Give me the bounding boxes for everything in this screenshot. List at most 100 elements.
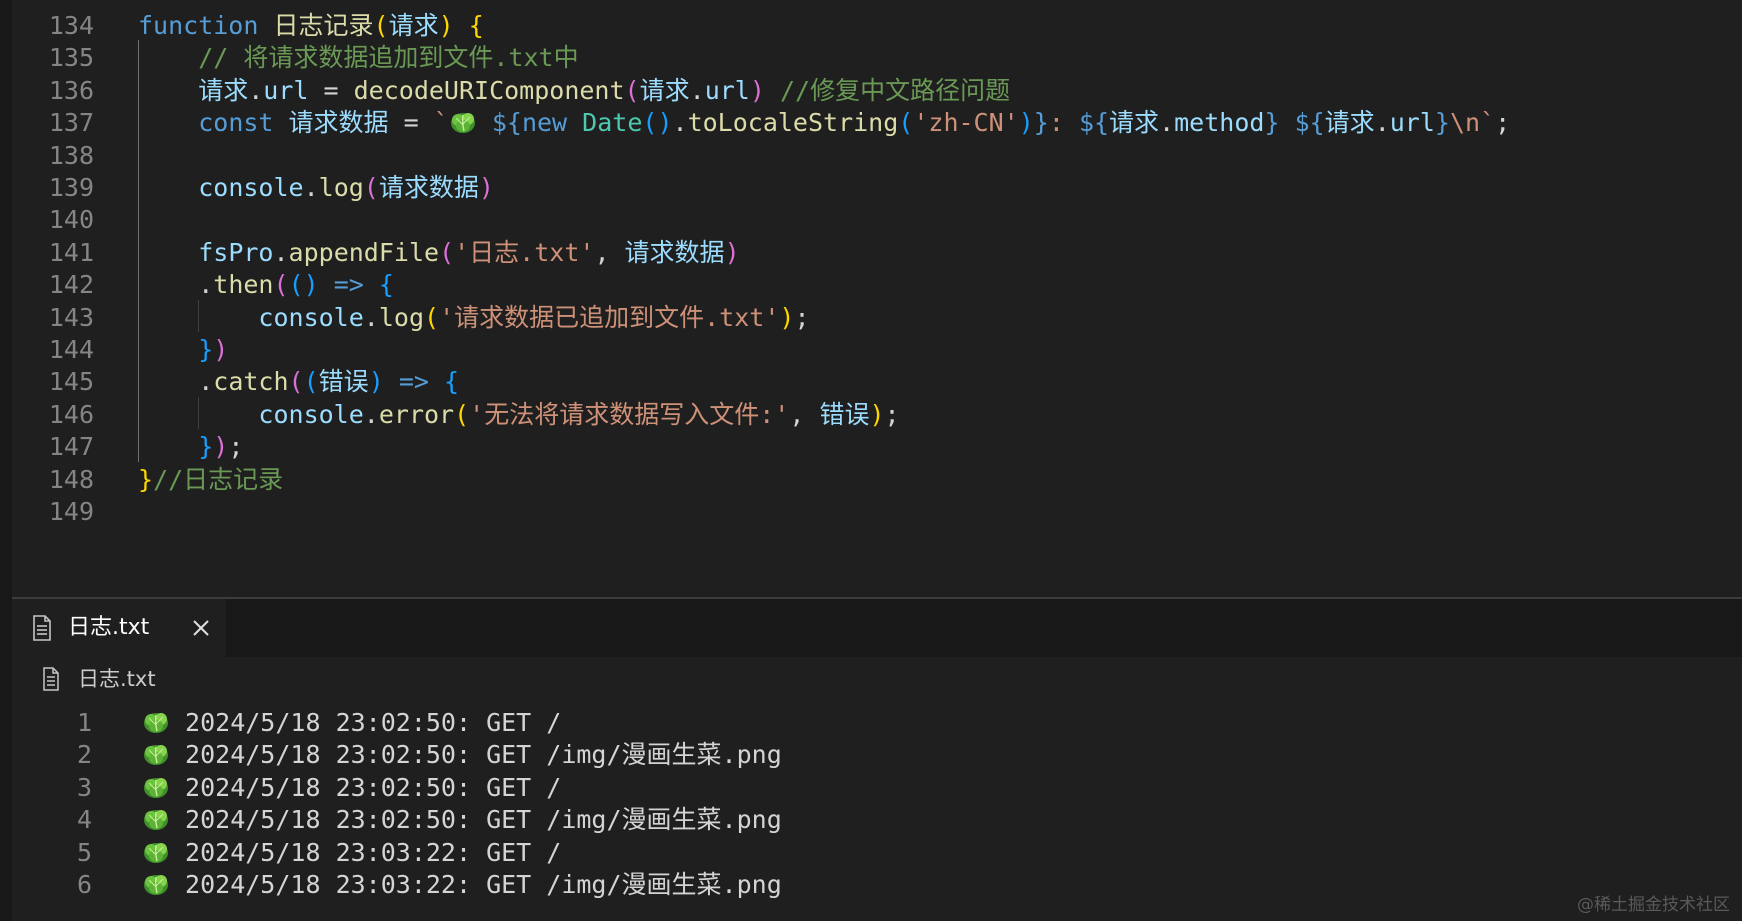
code-line[interactable]: 136 请求.url = decodeURIComponent(请求.url) … [12,73,1742,109]
code-token: = [308,75,354,105]
line-number: 145 [48,367,94,397]
code-line[interactable]: 139 console.log(请求数据) [12,170,1742,206]
code-token: ${ [1294,108,1325,138]
code-line[interactable]: 140 [12,202,1742,238]
code-token: decodeURIComponent [353,75,625,105]
code-token: 请求数据 [378,173,479,202]
log-entry: 2024/5/18 23:02:50: GET /img/漫画生菜.png [170,740,782,770]
code-token: } [1033,108,1049,138]
log-entry: 2024/5/18 23:02:50: GET / [170,708,562,737]
code-token: 错误 [318,367,369,397]
log-line[interactable]: 3 2024/5/18 23:02:50: GET / [12,770,1742,806]
code-token: toLocaleString [687,108,899,138]
code-text: const 请求数据 = ` ${new Date().toLocaleStri… [138,105,1510,141]
line-number: 143 [48,302,94,332]
code-token: 请求 [198,75,249,105]
code-editor[interactable]: 134 function 日志记录(请求) {135 // 将请求数据追加到文件.… [12,0,1742,597]
code-line[interactable]: 137 const 请求数据 = ` ${new Date().toLocale… [12,105,1742,141]
log-entry: 2024/5/18 23:02:50: GET / [170,772,562,802]
indent-guide [138,40,139,462]
log-line[interactable]: 5 2024/5/18 23:03:22: GET / [12,835,1742,871]
code-token: ` [433,108,449,138]
code-line[interactable]: 138 [12,138,1742,174]
tab-label: 日志.txt [68,615,150,640]
log-cabbage-icon [142,839,170,865]
code-text: .then(() => { [138,267,394,303]
code-token: ) [749,75,765,105]
log-line[interactable]: 2 2024/5/18 23:02:50: GET /img/漫画生菜.png [12,737,1742,773]
code-token: ) [213,432,229,462]
file-lines-icon [43,667,59,691]
code-token: ; [794,302,810,332]
code-token: '日志.txt' [454,237,595,267]
line-number: 144 [48,335,94,364]
code-token: } [1264,108,1280,138]
line-number: 6 [76,870,92,899]
code-token: '请求数据已追加到文件.txt' [439,302,780,332]
line-number: 136 [48,75,94,105]
code-token: { [378,270,394,300]
log-file-editor[interactable]: 1 2024/5/18 23:02:50: GET /2 2024/5/18 2… [12,701,1742,921]
code-text: fsPro.appendFile('日志.txt', 请求数据) [138,235,739,271]
code-token: // 将请求数据追加到文件.txt中 [198,43,579,73]
log-line[interactable]: 6 2024/5/18 23:03:22: GET /img/漫画生菜.png [12,867,1742,903]
code-line[interactable]: 145 .catch((错误) => { [12,364,1742,400]
left-activity-strip [0,0,12,921]
close-icon[interactable] [188,615,214,641]
log-line[interactable]: 4 2024/5/18 23:02:50: GET /img/漫画生菜.png [12,802,1742,838]
log-line[interactable]: 1 2024/5/18 23:02:50: GET / [12,705,1742,741]
code-token: . [363,302,379,332]
code-token: . [689,75,705,105]
breadcrumb: 日志.txt [12,657,1742,701]
code-line[interactable]: 146 console.error('无法将请求数据写入文件:', 错误); [12,397,1742,433]
code-line[interactable]: 143 console.log('请求数据已追加到文件.txt'); [12,300,1742,336]
code-text: console.log(请求数据) [138,170,494,206]
code-line[interactable]: 142 .then(() => { [12,267,1742,303]
code-token: ; [884,399,900,429]
code-token: \n` [1449,108,1496,138]
code-line[interactable]: 149 [12,494,1742,530]
code-token: ${ [491,108,522,138]
code-token: then [213,270,274,300]
line-number: 140 [48,205,94,235]
code-token: catch [213,367,289,397]
code-line[interactable]: 144 }) [12,332,1742,368]
code-token: () [642,108,673,138]
code-token: ( [624,75,640,105]
line-number: 1 [76,708,92,737]
log-text: 2024/5/18 23:02:50: GET /img/漫画生菜.png [142,802,782,838]
code-token: 请求 [639,75,690,105]
tab-log-file[interactable]: 日志.txt [12,599,226,657]
code-token: //日志记录 [153,464,284,494]
code-token: . [672,108,688,138]
log-text: 2024/5/18 23:02:50: GET / [142,770,561,806]
tab-bar: 日志.txt [12,599,1742,657]
line-number: 5 [76,837,92,867]
code-token: console [198,173,304,202]
code-token: } [138,464,154,494]
line-number: 2 [76,740,92,770]
code-line[interactable]: 141 fsPro.appendFile('日志.txt', 请求数据) [12,235,1742,271]
code-line[interactable]: 135 // 将请求数据追加到文件.txt中 [12,40,1742,76]
log-text: 2024/5/18 23:02:50: GET / [142,705,561,741]
line-number: 138 [48,140,94,170]
code-line[interactable]: 148}//日志记录 [12,462,1742,498]
code-text: }) [138,332,228,368]
code-line[interactable]: 134 function 日志记录(请求) { [12,8,1742,44]
breadcrumb-file-label[interactable]: 日志.txt [78,657,156,701]
code-line[interactable]: 147 }); [12,429,1742,465]
